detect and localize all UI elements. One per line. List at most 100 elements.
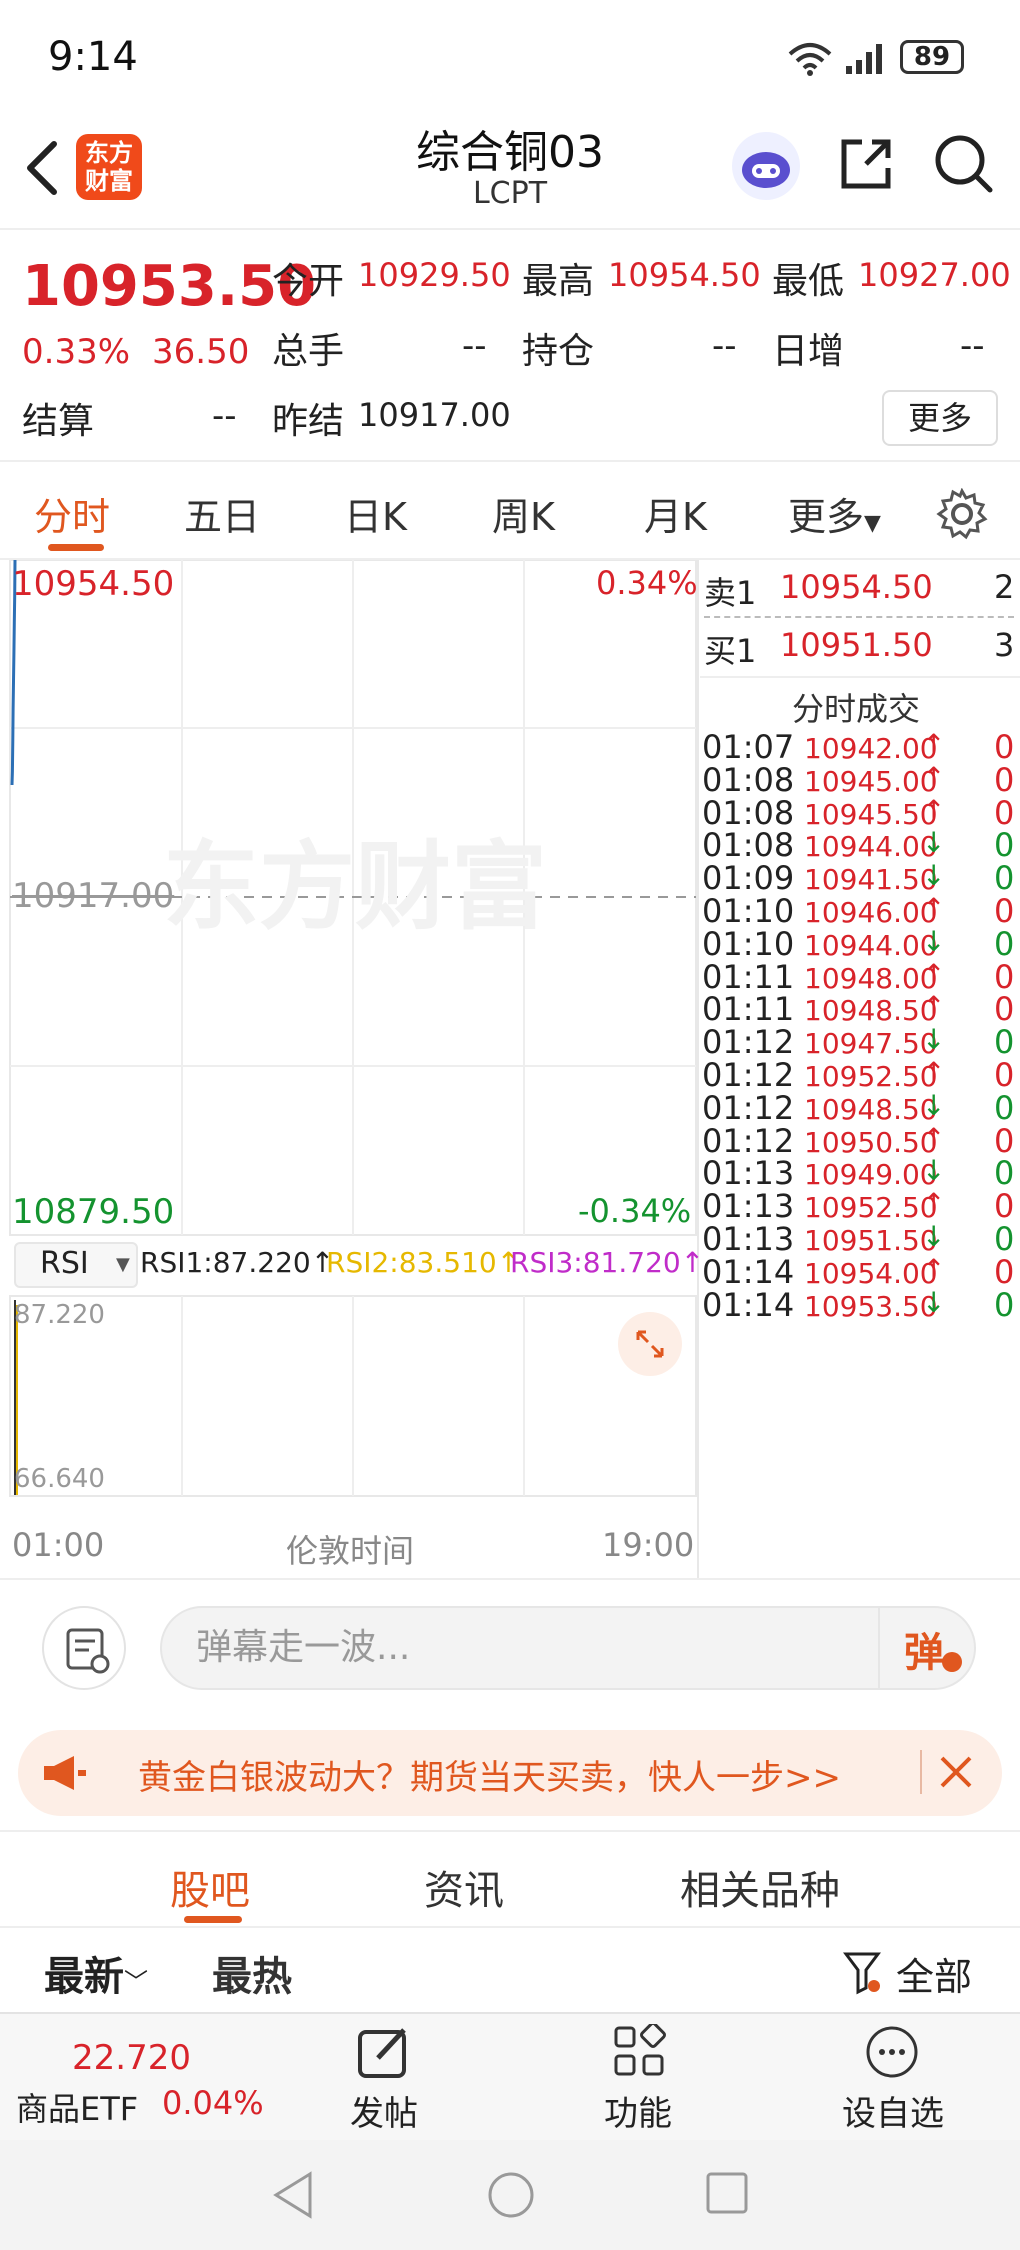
low-label: 最低	[772, 261, 845, 302]
volume-label: 总手	[272, 331, 345, 372]
sort-row: 最新﹀ 最热 全部	[0, 1930, 1020, 2012]
open-value: 10929.50	[358, 256, 511, 294]
x-axis-mid: 伦敦时间	[286, 1532, 415, 1570]
high-label: 最高	[522, 261, 595, 302]
indicator-select[interactable]: RSI ▼	[14, 1242, 138, 1288]
sort-latest-label: 最新	[44, 1954, 124, 2000]
up-arrow-icon: ↑	[922, 990, 946, 1024]
tab-news[interactable]: 资讯	[424, 1858, 504, 1916]
x-axis-end: 19:00	[602, 1526, 695, 1564]
sub-tab-active-indicator	[184, 1916, 242, 1923]
status-bar: 9:14 89	[0, 0, 1020, 110]
system-nav-bar	[0, 2140, 1020, 2250]
home-circle-icon[interactable]	[486, 2170, 536, 2220]
more-quote-button[interactable]: 更多	[882, 390, 998, 446]
settings-gear-icon[interactable]	[936, 488, 988, 540]
quote-panel: 10953.50 0.33% 36.50 今开 10929.50 最高 1095…	[0, 232, 1020, 462]
x-axis-start: 01:00	[12, 1526, 105, 1564]
up-arrow-icon: ↑	[922, 793, 946, 827]
indicator-select-label: RSI	[40, 1246, 89, 1281]
more-dots-icon	[866, 2026, 918, 2078]
app-header: 东方 财富 综合铜03 LCPT	[0, 110, 1020, 230]
orderbook-divider	[704, 616, 1014, 618]
trade-time: 01:14	[702, 1285, 795, 1324]
ask-label: 卖1	[704, 574, 757, 612]
promo-banner[interactable]: 黄金白银波动大？期货当天买卖，快人一步>>	[18, 1730, 1002, 1816]
share-icon[interactable]	[836, 134, 896, 194]
etf-ticker[interactable]: 22.720 商品ETF 0.04%	[0, 2014, 264, 2142]
signal-icon	[846, 44, 882, 74]
up-arrow-icon: ↑	[922, 1252, 946, 1286]
wifi-icon	[788, 43, 832, 76]
tab-weekly-k[interactable]: 周K	[492, 486, 555, 541]
down-arrow-icon: ↓	[922, 826, 946, 860]
tab-monthly-k[interactable]: 月K	[644, 486, 707, 541]
bid-label: 买1	[704, 632, 757, 670]
bid-price: 10951.50	[780, 626, 933, 664]
down-arrow-icon: ↓	[922, 1023, 946, 1057]
up-arrow-icon: ↑	[922, 892, 946, 925]
post-button[interactable]: 发帖	[330, 2024, 440, 2134]
tab-related[interactable]: 相关品种	[680, 1858, 840, 1916]
danmu-settings-button[interactable]	[42, 1606, 126, 1690]
megaphone-icon	[44, 1756, 86, 1790]
chart-bottom-pct: -0.34%	[578, 1192, 692, 1230]
etf-name: 商品ETF	[16, 2090, 139, 2128]
down-arrow-icon: ↓	[922, 859, 946, 893]
up-arrow-icon: ↑	[922, 1187, 946, 1221]
back-triangle-icon[interactable]	[270, 2170, 316, 2220]
recent-apps-icon[interactable]	[704, 2170, 750, 2216]
etf-change: 0.04%	[162, 2084, 264, 2122]
rsi1-value: RSI1:87.220↑	[140, 1246, 335, 1279]
chart-bottom-price: 10879.50	[12, 1192, 175, 1232]
caret-down-icon: ▼	[864, 511, 881, 536]
expand-icon[interactable]	[618, 1312, 682, 1376]
trades-title: 分时成交	[792, 690, 921, 728]
functions-label: 功能	[604, 2094, 672, 2134]
sort-hottest[interactable]: 最热	[212, 1944, 292, 2002]
ask-qty: 2	[994, 568, 1015, 606]
low-value: 10927.00	[858, 256, 1011, 294]
etf-price: 22.720	[72, 2038, 191, 2078]
ai-assistant-icon[interactable]	[730, 130, 802, 202]
add-watchlist-button[interactable]: 设自选	[830, 2024, 960, 2134]
rsi2-value: RSI2:83.510↑	[326, 1246, 521, 1279]
up-arrow-icon: ↑	[922, 728, 946, 761]
settle-label: 结算	[22, 401, 95, 442]
filter-all[interactable]: 全部	[896, 1946, 972, 2001]
down-arrow-icon: ↓	[922, 924, 946, 958]
post-label: 发帖	[350, 2094, 418, 2134]
sort-latest[interactable]: 最新﹀	[44, 1944, 148, 2002]
tab-more[interactable]: 更多▼	[788, 486, 881, 541]
down-arrow-icon: ↓	[922, 1154, 946, 1188]
danmu-send-button[interactable]: 弹	[878, 1608, 974, 1688]
up-arrow-icon: ↑	[922, 760, 946, 794]
down-arrow-icon: ↓	[922, 1285, 946, 1319]
up-arrow-icon: ↑	[922, 1121, 946, 1155]
battery-indicator: 89	[900, 40, 964, 74]
tab-guba[interactable]: 股吧	[170, 1858, 250, 1916]
filter-icon	[843, 1952, 881, 1995]
close-icon[interactable]	[936, 1752, 976, 1792]
tab-intraday[interactable]: 分时	[34, 486, 110, 541]
community-tabs: 股吧 资讯 相关品种	[0, 1830, 1020, 1928]
trade-price: 10953.50	[804, 1289, 938, 1323]
down-arrow-icon: ↓	[922, 1220, 946, 1253]
danmu-input[interactable]: 弹幕走一波...	[160, 1606, 976, 1690]
chart-top-price: 10954.50	[12, 564, 175, 604]
bottom-nav: 22.720 商品ETF 0.04% 发帖 功能 设自选	[0, 2012, 1020, 2140]
tab-five-day[interactable]: 五日	[184, 486, 260, 541]
position-label: 持仓	[522, 331, 595, 372]
chart-mid-price: 10917.00	[12, 876, 175, 916]
settle-value: --	[212, 396, 237, 436]
danmu-settings-icon	[66, 1628, 110, 1674]
volume-value: --	[462, 326, 487, 366]
search-icon[interactable]	[932, 132, 996, 196]
functions-button[interactable]: 功能	[584, 2024, 694, 2134]
up-arrow-icon: ↑	[922, 1056, 946, 1089]
period-tabs: 分时 五日 日K 周K 月K 更多▼	[0, 464, 1020, 560]
prev-settle-value: 10917.00	[358, 396, 511, 434]
rsi-top-value: 87.220	[14, 1300, 105, 1330]
daily-inc-label: 日增	[772, 331, 845, 372]
tab-daily-k[interactable]: 日K	[344, 486, 407, 541]
